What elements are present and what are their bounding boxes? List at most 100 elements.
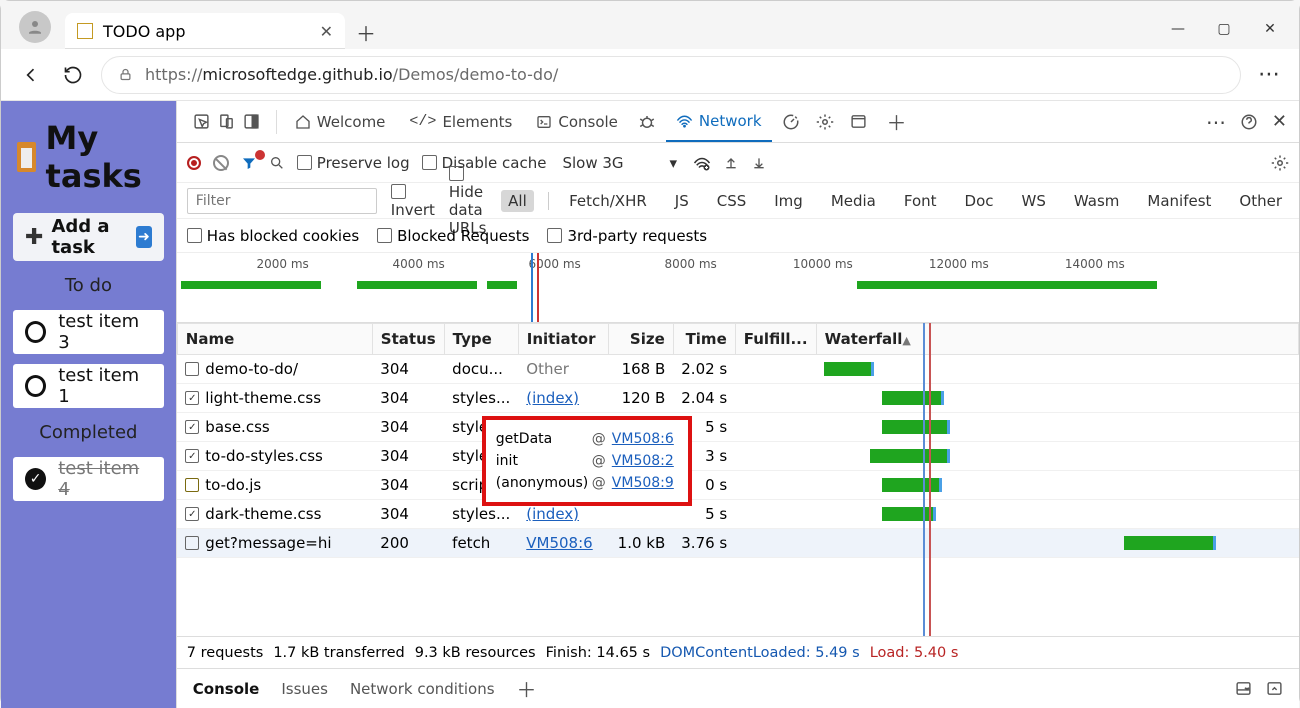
devtools-panel: Welcome </>Elements Console Network ＋ ⋯ … [176, 101, 1299, 708]
clear-button[interactable] [213, 155, 229, 171]
clipboard-icon [17, 142, 36, 172]
record-button[interactable] [187, 156, 201, 170]
filter-toggle-icon[interactable] [241, 155, 257, 171]
demo-app: My tasks ✚ Add a task ➜ To do test item … [1, 101, 176, 708]
menu-button[interactable]: ⋯ [1255, 61, 1283, 89]
checkbox-checked-icon[interactable] [25, 468, 46, 490]
tab-welcome[interactable]: Welcome [285, 101, 396, 142]
thirdparty-checkbox[interactable]: 3rd-party requests [547, 227, 707, 245]
network-toolbar: Preserve log Disable cache Slow 3G▾ [177, 143, 1299, 183]
bug-icon[interactable] [632, 113, 662, 131]
tab-favicon [77, 23, 93, 39]
download-icon[interactable] [751, 155, 767, 171]
device-icon[interactable] [218, 113, 235, 130]
drawer-tab-issues[interactable]: Issues [281, 680, 328, 698]
filter-type[interactable]: Doc [958, 190, 1001, 212]
window-controls: — ▢ ✕ [1169, 21, 1291, 49]
filter-type[interactable]: WS [1015, 190, 1053, 212]
add-drawer-tab[interactable]: ＋ [517, 674, 537, 703]
upload-icon[interactable] [723, 155, 739, 171]
plus-icon: ✚ [25, 225, 43, 250]
filter-type[interactable]: Other [1232, 190, 1289, 212]
filter-type[interactable]: Media [824, 190, 883, 212]
filter-type[interactable]: Img [767, 190, 810, 212]
timeline-overview[interactable]: 2000 ms 4000 ms 6000 ms 8000 ms 10000 ms… [177, 253, 1299, 323]
stack-link[interactable]: VM508:6 [612, 428, 674, 450]
refresh-button[interactable] [59, 61, 87, 89]
section-completed: Completed [13, 418, 164, 447]
tab-title: TODO app [103, 22, 185, 41]
search-icon[interactable] [269, 155, 285, 171]
blocked-cookies-checkbox[interactable]: Has blocked cookies [187, 227, 359, 245]
drawer-tab-console[interactable]: Console [193, 680, 260, 698]
stack-link[interactable]: VM508:2 [612, 450, 674, 472]
network-table[interactable]: NameStatusTypeInitiator SizeTimeFulfill.… [177, 323, 1299, 636]
devtools-tabstrip: Welcome </>Elements Console Network ＋ ⋯ … [177, 101, 1299, 143]
more-tools-icon[interactable]: ⋯ [1206, 110, 1226, 134]
filter-type[interactable]: Font [897, 190, 944, 212]
throttling-select[interactable]: Slow 3G▾ [558, 154, 681, 172]
url-input[interactable]: https://microsoftedge.github.io/Demos/de… [101, 56, 1241, 94]
blocked-requests-checkbox[interactable]: Blocked Requests [377, 227, 529, 245]
profile-avatar[interactable] [19, 11, 51, 43]
filter-row: Invert Hide data URLs All Fetch/XHR JS C… [177, 183, 1299, 219]
close-window-button[interactable]: ✕ [1261, 21, 1279, 37]
tab-close-icon[interactable]: ✕ [320, 22, 333, 41]
close-devtools-icon[interactable]: ✕ [1272, 111, 1287, 132]
offline-icon[interactable] [693, 154, 711, 172]
section-todo: To do [13, 271, 164, 300]
minimize-button[interactable]: — [1169, 21, 1187, 37]
network-statusbar: 7 requests 1.7 kB transferred 9.3 kB res… [177, 636, 1299, 668]
network-settings-icon[interactable] [1271, 154, 1289, 172]
tab-console[interactable]: Console [526, 101, 628, 142]
filter-type-all[interactable]: All [501, 190, 534, 212]
drawer-tab-netconditions[interactable]: Network conditions [350, 680, 495, 698]
tab-elements[interactable]: </>Elements [399, 101, 522, 142]
app-icon[interactable] [844, 113, 873, 130]
table-row[interactable]: light-theme.css304styles...(index)120 B2… [177, 384, 1298, 413]
task-item[interactable]: test item 4 [13, 457, 164, 501]
table-row[interactable]: to-do-styles.css304styles...(index)3 s [177, 442, 1298, 471]
table-row[interactable]: to-do.js304script(index)0 s [177, 471, 1298, 500]
checkbox-icon[interactable] [25, 375, 46, 397]
url-text: https://microsoftedge.github.io/Demos/de… [145, 65, 558, 84]
filter-type[interactable]: Manifest [1140, 190, 1218, 212]
preserve-log-checkbox[interactable]: Preserve log [297, 154, 410, 172]
table-row[interactable]: get?message=hi200fetchVM508:61.0 kB3.76 … [177, 529, 1298, 558]
filter-type[interactable]: JS [668, 190, 696, 212]
lock-icon [118, 67, 133, 82]
filter-type[interactable]: CSS [710, 190, 754, 212]
performance-icon[interactable] [776, 113, 806, 131]
maximize-button[interactable]: ▢ [1215, 21, 1233, 37]
table-header[interactable]: NameStatusTypeInitiator SizeTimeFulfill.… [177, 324, 1298, 355]
table-row[interactable]: dark-theme.css304styles...(index)5 s [177, 500, 1298, 529]
help-icon[interactable] [1240, 113, 1258, 131]
tab-network[interactable]: Network [666, 101, 772, 142]
filter-type[interactable]: Fetch/XHR [562, 190, 654, 212]
add-task-input[interactable]: ✚ Add a task ➜ [13, 213, 164, 261]
task-item[interactable]: test item 3 [13, 310, 164, 354]
dock-icon[interactable] [243, 113, 260, 130]
task-item[interactable]: test item 1 [13, 364, 164, 408]
initiator-callstack-popup: getData@VM508:6 init@VM508:2 (anonymous)… [482, 416, 692, 506]
browser-tab[interactable]: TODO app ✕ [65, 13, 345, 49]
back-button[interactable] [17, 61, 45, 89]
table-row[interactable]: demo-to-do/304docu...Other168 B2.02 s [177, 355, 1298, 384]
inspect-icon[interactable] [193, 113, 210, 130]
filter-input[interactable] [187, 188, 377, 214]
stack-link[interactable]: VM508:9 [612, 472, 674, 494]
app-title: My tasks [17, 119, 160, 195]
table-row[interactable]: base.css304styles...(index)5 s [177, 413, 1298, 442]
filter-row-2: Has blocked cookies Blocked Requests 3rd… [177, 219, 1299, 253]
filter-type[interactable]: Wasm [1067, 190, 1127, 212]
invert-checkbox[interactable]: Invert [391, 183, 435, 219]
submit-arrow-icon[interactable]: ➜ [136, 226, 152, 248]
more-tabs-button[interactable]: ＋ [877, 107, 917, 136]
window-titlebar: TODO app ✕ ＋ — ▢ ✕ [1, 1, 1299, 49]
drawer-expand-icon[interactable] [1266, 680, 1283, 697]
checkbox-icon[interactable] [25, 321, 46, 343]
settings-gear-icon[interactable] [810, 113, 840, 131]
drawer-dock-icon[interactable] [1235, 680, 1252, 697]
drawer-tabs: Console Issues Network conditions ＋ [177, 668, 1299, 708]
new-tab-button[interactable]: ＋ [349, 15, 383, 49]
